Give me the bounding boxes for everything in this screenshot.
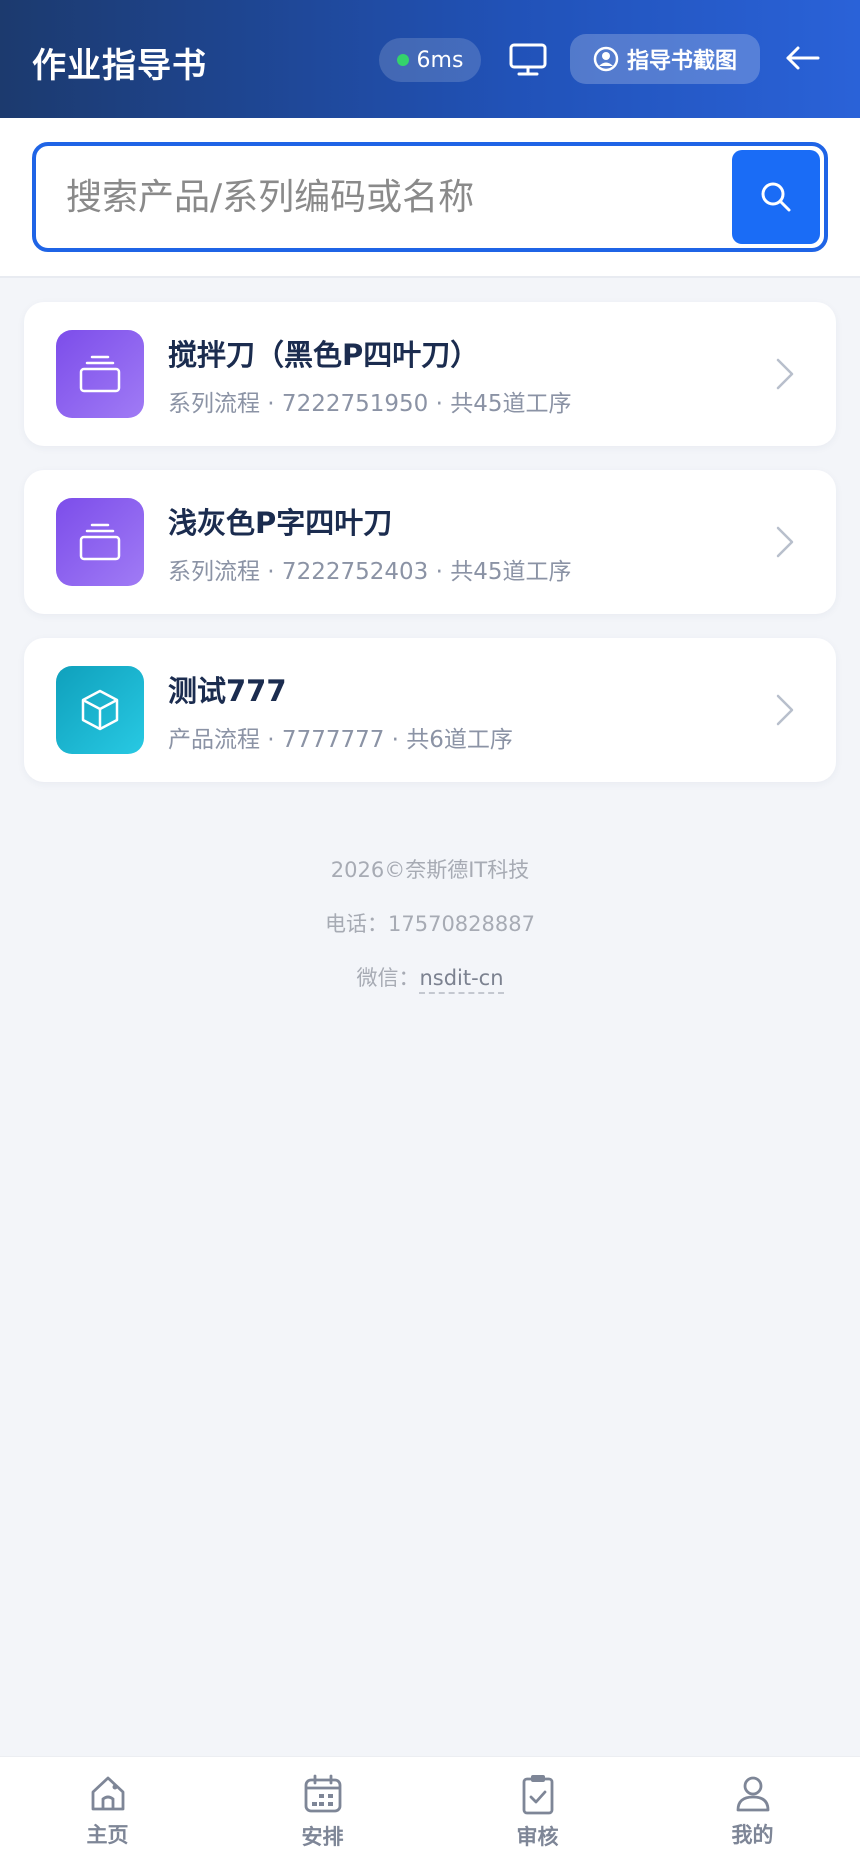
nav-mine-label: 我的: [731, 1823, 774, 1847]
item-meta: 系列流程 · 7222752403 · 共45道工序: [168, 559, 572, 585]
wechat-line: 微信：nsdit-cn: [0, 962, 860, 994]
back-arrow-icon[interactable]: [782, 40, 822, 76]
search-icon: [761, 182, 791, 212]
phone-text: 电话：17570828887: [325, 912, 535, 936]
monitor-icon[interactable]: [508, 42, 548, 78]
search-section: [0, 118, 860, 278]
bottom-nav: 主页 安排 审核 我的: [0, 1756, 860, 1864]
nav-mine[interactable]: 我的: [645, 1757, 860, 1864]
nav-schedule-label: 安排: [301, 1825, 344, 1849]
chevron-right-icon: [776, 358, 794, 390]
screenshot-button[interactable]: 指导书截图: [570, 34, 760, 84]
nav-home[interactable]: 主页: [0, 1757, 215, 1864]
nav-review[interactable]: 审核: [430, 1757, 645, 1864]
search-box: [32, 142, 828, 252]
wechat-label: 微信：: [356, 966, 420, 990]
item-meta: 产品流程 · 7777777 · 共6道工序: [168, 727, 513, 753]
screenshot-button-label: 指导书截图: [626, 49, 737, 74]
item-meta: 系列流程 · 7222751950 · 共45道工序: [168, 391, 572, 417]
cube-icon: [56, 666, 144, 754]
list-item[interactable]: 浅灰色P字四叶刀 系列流程 · 7222752403 · 共45道工序: [24, 470, 836, 614]
chevron-right-icon: [776, 526, 794, 558]
home-icon: [91, 1776, 124, 1811]
copyright-text: 2026©奈斯德IT科技: [330, 858, 530, 882]
latency-badge: 6ms: [379, 38, 481, 82]
calendar-icon: [304, 1774, 341, 1813]
user-icon: [736, 1776, 769, 1812]
nav-home-label: 主页: [86, 1823, 129, 1847]
search-input[interactable]: [66, 146, 706, 248]
top-bar: 作业指导书 6ms 指导书截图: [0, 0, 860, 118]
list-item[interactable]: 搅拌刀（黑色P四叶刀） 系列流程 · 7222751950 · 共45道工序: [24, 302, 836, 446]
list-item[interactable]: 测试777 产品流程 · 7777777 · 共6道工序: [24, 638, 836, 782]
user-circle-icon: [593, 46, 619, 72]
search-button[interactable]: [732, 150, 820, 244]
layers-icon: [56, 498, 144, 586]
wechat-id-link[interactable]: nsdit-cn: [419, 966, 504, 994]
nav-schedule[interactable]: 安排: [215, 1757, 430, 1864]
layers-icon: [56, 330, 144, 418]
status-dot: [396, 54, 409, 66]
clipboard-check-icon: [522, 1775, 553, 1815]
nav-review-label: 审核: [516, 1825, 559, 1849]
page-title: 作业指导书: [32, 46, 207, 86]
item-title: 浅灰色P字四叶刀: [168, 506, 393, 540]
latency-value: 6ms: [416, 47, 464, 73]
item-title: 搅拌刀（黑色P四叶刀）: [168, 338, 480, 372]
item-title: 测试777: [168, 674, 287, 708]
chevron-right-icon: [776, 694, 794, 726]
